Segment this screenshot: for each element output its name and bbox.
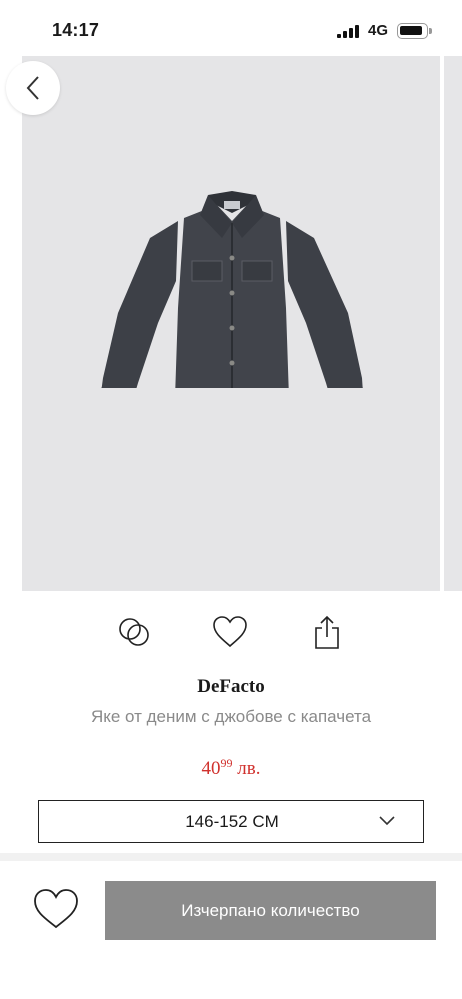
favorite-button[interactable] xyxy=(210,612,250,652)
price-currency: лв. xyxy=(237,758,261,779)
size-selector[interactable]: 146-152 CM xyxy=(38,800,424,843)
size-selected-value: 146-152 CM xyxy=(185,812,279,831)
next-image-peek[interactable] xyxy=(444,56,462,591)
section-divider xyxy=(0,853,462,861)
chevron-left-icon xyxy=(26,76,39,100)
share-icon xyxy=(315,615,339,649)
share-button[interactable] xyxy=(307,612,347,652)
signal-icon xyxy=(337,25,359,38)
chevron-down-icon xyxy=(379,816,395,826)
brand-name[interactable]: DeFacto xyxy=(0,676,462,698)
price-cents: 99 xyxy=(220,756,233,770)
product-title: Яке от деним с джобове с капачета xyxy=(90,707,372,726)
heart-icon xyxy=(213,616,247,648)
back-button[interactable] xyxy=(6,61,60,115)
sold-out-button[interactable]: Изчерпано количество xyxy=(105,881,436,940)
status-bar: 14:17 4G xyxy=(0,0,462,56)
battery-icon xyxy=(397,23,432,39)
compare-icon xyxy=(119,618,149,646)
heart-icon xyxy=(34,889,78,929)
product-price: 4099 лв. xyxy=(0,756,462,780)
status-time: 14:17 xyxy=(52,20,100,40)
compare-button[interactable] xyxy=(114,612,154,652)
bottom-favorite-button[interactable] xyxy=(32,886,80,932)
product-image-gallery[interactable] xyxy=(22,56,440,591)
network-type: 4G xyxy=(368,22,389,39)
product-image xyxy=(99,191,365,388)
price-main: 40 xyxy=(201,758,221,779)
